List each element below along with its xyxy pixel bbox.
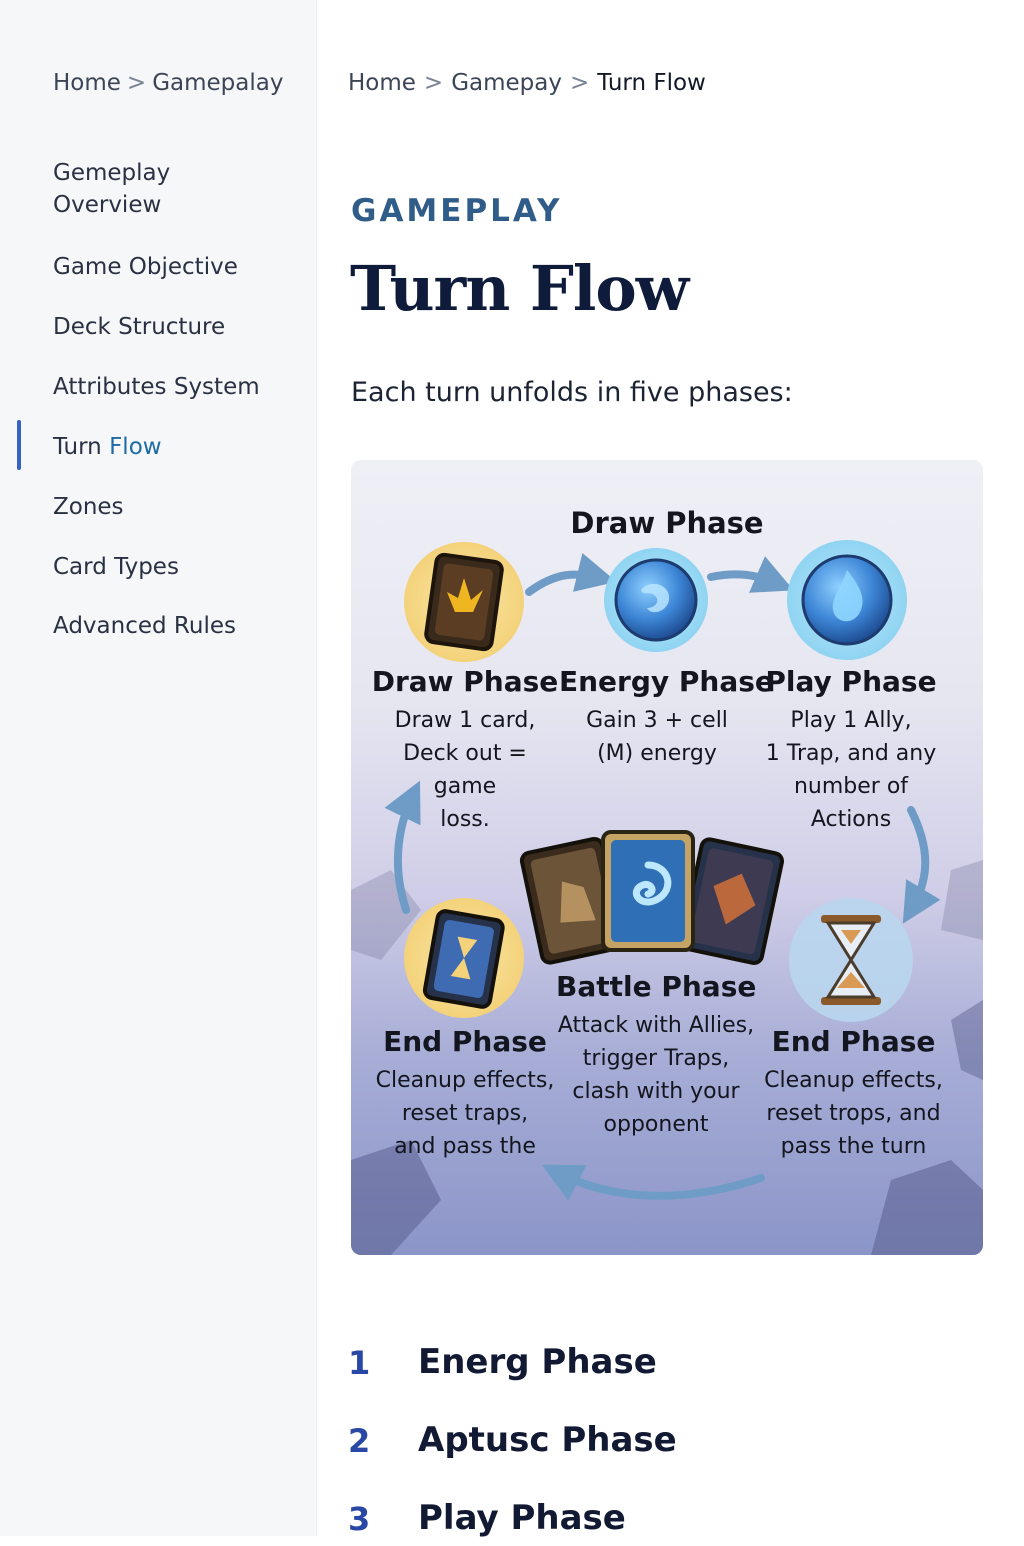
turn-flow-diagram: Draw Phase Draw Phase Draw 1 card, Deck … (351, 460, 983, 1255)
arrow-energy-to-play (707, 556, 794, 593)
phase-name: End Phase (383, 1025, 547, 1058)
phase-desc-line: Gain 3 + cell (586, 708, 728, 733)
sidebar-item-game-objective[interactable]: Game Objective (53, 251, 238, 283)
intro-text: Each turn unfolds in five phases: (351, 377, 793, 408)
phase-desc-line: trigger Traps, (582, 1046, 730, 1071)
sidebar-breadcrumb: Home > Gamepalay (53, 70, 283, 96)
sidebar: Home > Gamepalay Gemeplay Overview Game Ob… (0, 0, 317, 1536)
sidebar-item-deck-structure[interactable]: Deck Structure (53, 311, 225, 343)
play-phase-icon (787, 540, 907, 660)
list-item: 3 Play Phase (348, 1496, 1008, 1546)
sidebar-item-gameplay-overview[interactable]: Gemeplay Overview (53, 157, 170, 221)
page-title: Turn Flow (350, 252, 689, 325)
sidebar-item-turn-flow[interactable]: Turn Flow (53, 431, 162, 463)
phase-name: Energy Phase (559, 665, 774, 698)
list-item-label: Aptusc Phase (418, 1420, 677, 1460)
phase-desc-line: Cleanup effects, (764, 1068, 943, 1093)
rock-shape (951, 1000, 983, 1080)
breadcrumb: Home > Gamepay > Turn Flow (348, 70, 706, 96)
sidebar-item-attributes-system[interactable]: Attributes System (53, 371, 260, 403)
list-item: 1 Energ Phase (348, 1340, 1008, 1390)
phase-desc-line: Cleanup effects, (375, 1068, 555, 1093)
sidebar-item-card-types[interactable]: Card Types (53, 551, 179, 583)
phase-name: Battle Phase (556, 970, 757, 1003)
list-item-number: 2 (348, 1422, 371, 1460)
end-phase-block-right: End Phase Cleanup effects, reset trops, … (756, 1025, 951, 1163)
diagram-top-title: Draw Phase (570, 506, 764, 540)
energy-phase-block: Energy Phase Gain 3 + cell (M) energy (559, 665, 774, 770)
phase-desc-line: Deck out = game (403, 741, 527, 799)
play-phase-block: Play Phase Play 1 Ally, 1 Trap, and any … (751, 665, 951, 836)
phase-desc-line: clash with your (572, 1079, 740, 1104)
list-item-number: 3 (348, 1500, 371, 1538)
phase-description: Play 1 Ally, 1 Trap, and any number of A… (751, 704, 951, 836)
breadcrumb-home[interactable]: Home (348, 70, 416, 96)
breadcrumb-section[interactable]: Gamepay (451, 70, 562, 96)
sidebar-item-label: Gemeplay (53, 160, 171, 186)
sidebar-item-label-highlight: Flow (109, 434, 162, 460)
sidebar-item-label-line2: Overview (53, 192, 162, 218)
sidebar-item-label: Turn (53, 434, 110, 460)
phase-desc-line: loss. (440, 807, 490, 832)
main-content: Home > Gamepay > Turn Flow GAMEPLAY Turn Flo… (316, 0, 1024, 1538)
battle-phase-block: Battle Phase Attack with Allies, trigger… (556, 970, 756, 1141)
list-item: 2 Aptusc Phase (348, 1418, 1008, 1468)
battle-cards-icon (519, 830, 785, 965)
list-item-label: Play Phase (418, 1498, 626, 1538)
active-indicator (17, 420, 21, 470)
phase-desc-line: (M) energy (597, 741, 717, 766)
rock-shape (871, 1160, 983, 1255)
sidebar-breadcrumb-section[interactable]: Gamepalay (152, 70, 283, 96)
phase-desc-line: pass the turn (780, 1134, 927, 1159)
phase-desc-line: Draw 1 card, (394, 708, 536, 733)
phase-name: Draw Phase (371, 665, 559, 698)
phase-desc-line: reset traps, (401, 1101, 529, 1126)
phase-description: Gain 3 + cell (M) energy (559, 704, 755, 770)
phase-desc-line: number of Actions (793, 774, 909, 832)
draw-phase-block: Draw Phase Draw 1 card, Deck out = game … (369, 665, 561, 836)
phase-name: End Phase (771, 1025, 936, 1058)
list-item-number: 1 (348, 1344, 371, 1382)
sidebar-item-zones[interactable]: Zones (53, 491, 124, 523)
arrow-end-to-end-bottom (541, 1164, 765, 1201)
draw-phase-icon (404, 542, 524, 662)
rock-shape (941, 860, 983, 940)
phase-description: Cleanup effects, reset trops, and pass t… (756, 1064, 951, 1163)
section-eyebrow: GAMEPLAY (351, 193, 563, 229)
sidebar-item-advanced-rules[interactable]: Advanced Rules (53, 610, 236, 642)
phase-desc-line: 1 Trap, and any (765, 741, 937, 766)
breadcrumb-separator: > (423, 70, 444, 96)
breadcrumb-separator: > (569, 70, 590, 96)
phase-desc-line: Attack with Allies, (557, 1013, 755, 1038)
energy-phase-icon (604, 548, 708, 652)
phase-desc-line: opponent (603, 1112, 709, 1137)
breadcrumb-current: Turn Flow (597, 70, 706, 96)
end-phase-block-left: End Phase Cleanup effects, reset traps, … (369, 1025, 561, 1163)
phase-desc-line: and pass the (394, 1134, 536, 1159)
end-phase-card-icon (404, 898, 524, 1018)
phase-description: Attack with Allies, trigger Traps, clash… (556, 1009, 756, 1141)
phase-name: Play Phase (765, 665, 937, 698)
phase-desc-line: Play 1 Ally, (790, 708, 912, 733)
list-item-label: Energ Phase (418, 1342, 657, 1382)
phase-description: Cleanup effects, reset traps, and pass t… (369, 1064, 561, 1163)
arrow-draw-to-energy (525, 552, 617, 596)
breadcrumb-separator: > (126, 70, 147, 96)
phase-description: Draw 1 card, Deck out = game loss. (369, 704, 561, 836)
phase-desc-line: reset trops, and (766, 1101, 941, 1126)
hourglass-icon (789, 898, 913, 1022)
sidebar-breadcrumb-home[interactable]: Home (53, 70, 121, 96)
